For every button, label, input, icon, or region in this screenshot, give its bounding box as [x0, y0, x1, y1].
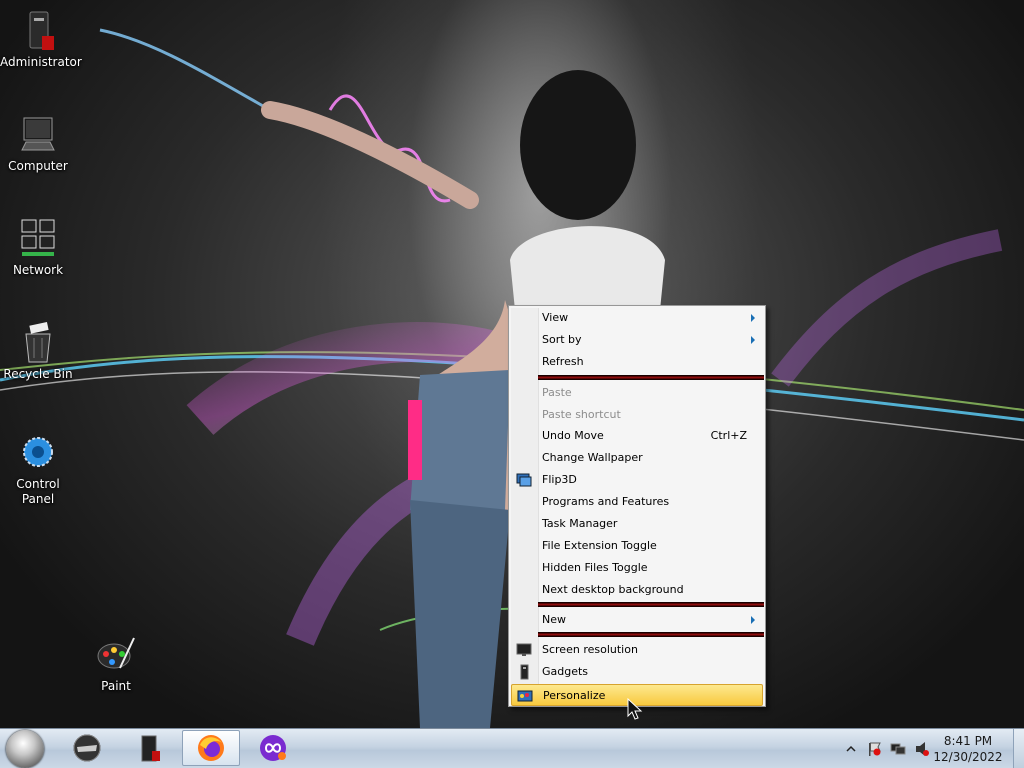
desktop-icon-label: Network: [12, 263, 64, 277]
computer-tower-icon: [141, 735, 160, 762]
taskbar-app-2[interactable]: [120, 730, 178, 766]
recycle-bin-icon: [25, 322, 51, 363]
infinity-icon: [260, 735, 286, 761]
computer-icon: [21, 117, 55, 151]
submenu-arrow-icon: [751, 314, 755, 322]
menu-item-label: Refresh: [542, 355, 584, 368]
menu-item-new[interactable]: New: [511, 609, 763, 631]
menu-item-label: File Extension Toggle: [542, 539, 657, 552]
menu-item-file-extension-toggle[interactable]: File Extension Toggle: [511, 535, 763, 557]
desktop-icon-label: Computer: [8, 159, 68, 173]
menu-item-label: View: [542, 311, 569, 324]
menu-item-view[interactable]: View: [511, 307, 763, 329]
monitor-icon: [516, 643, 532, 656]
menu-item-label: New: [542, 613, 566, 626]
menu-item-task-manager[interactable]: Task Manager: [511, 513, 763, 535]
clock-date: 12/30/2022: [933, 750, 1003, 764]
taskbar-app-1[interactable]: [58, 730, 116, 766]
desktop[interactable]: Administrator Computer Network Recycle B…: [0, 0, 1024, 728]
menu-item-label: Screen resolution: [542, 643, 638, 656]
helmet-icon: [73, 734, 101, 762]
desktop-icon-paint[interactable]: Paint: [78, 632, 154, 694]
menu-item-programs-and-features[interactable]: Programs and Features: [511, 491, 763, 513]
menu-item-next-desktop-background[interactable]: Next desktop background: [511, 579, 763, 601]
menu-item-gadgets[interactable]: Gadgets: [511, 661, 763, 683]
taskbar: 8:41 PM 12/30/2022: [0, 728, 1024, 768]
menu-item-label: Paste shortcut: [542, 408, 621, 421]
show-desktop-button[interactable]: [1013, 729, 1024, 768]
submenu-arrow-icon: [751, 336, 755, 344]
network-icon[interactable]: [890, 741, 906, 757]
submenu-arrow-icon: [751, 616, 755, 624]
menu-item-hidden-files-toggle[interactable]: Hidden Files Toggle: [511, 557, 763, 579]
menu-item-label: Sort by: [542, 333, 582, 346]
menu-item-label: Paste: [542, 386, 572, 399]
menu-item-label: Programs and Features: [542, 495, 670, 508]
menu-item-undo-move[interactable]: Undo Move Ctrl+Z: [511, 425, 763, 447]
desktop-icon-administrator[interactable]: Administrator: [0, 8, 82, 70]
user-folder-icon: [29, 11, 54, 50]
desktop-icon-label: Recycle Bin: [3, 367, 73, 381]
show-hidden-icons-chevron[interactable]: [846, 741, 856, 757]
desktop-context-menu: View Sort by Refresh Paste Paste shortcu…: [508, 305, 766, 707]
menu-item-change-wallpaper[interactable]: Change Wallpaper: [511, 447, 763, 469]
network-icon: [21, 219, 55, 256]
clock-time: 8:41 PM: [943, 734, 993, 748]
taskbar-clock[interactable]: 8:41 PM 12/30/2022: [928, 733, 1008, 765]
menu-item-label: Flip3D: [542, 473, 577, 486]
menu-separator: [538, 375, 764, 380]
menu-separator: [538, 602, 764, 607]
desktop-icon-recycle-bin[interactable]: Recycle Bin: [0, 320, 76, 382]
personalize-icon: [517, 690, 533, 702]
menu-item-flip3d[interactable]: Flip3D: [511, 469, 763, 491]
menu-item-label: Gadgets: [542, 665, 589, 678]
desktop-icon-label: Control Panel: [16, 477, 60, 506]
desktop-icon-computer[interactable]: Computer: [0, 112, 76, 174]
menu-item-label: Hidden Files Toggle: [542, 561, 648, 574]
menu-item-label: Change Wallpaper: [542, 451, 643, 464]
control-panel-icon: [23, 437, 53, 467]
gadgets-icon: [520, 664, 529, 680]
menu-item-paste-shortcut[interactable]: Paste shortcut: [511, 404, 763, 426]
desktop-icon-label: Administrator: [0, 55, 82, 69]
desktop-icon-label: Paint: [101, 679, 131, 693]
menu-item-label: Undo Move: [542, 429, 604, 442]
menu-item-paste[interactable]: Paste: [511, 382, 763, 404]
menu-item-refresh[interactable]: Refresh: [511, 351, 763, 373]
menu-item-label: Personalize: [543, 689, 606, 702]
paint-icon: [97, 637, 135, 669]
desktop-icon-network[interactable]: Network: [0, 216, 76, 278]
menu-item-shortcut: Ctrl+Z: [710, 429, 747, 442]
taskbar-app-4[interactable]: [244, 730, 302, 766]
menu-item-label: Next desktop background: [542, 583, 684, 596]
flip3d-icon: [516, 473, 532, 487]
menu-item-label: Task Manager: [542, 517, 618, 530]
desktop-icon-control-panel[interactable]: Control Panel: [0, 430, 76, 507]
menu-separator: [538, 632, 764, 637]
taskbar-firefox[interactable]: [182, 730, 240, 766]
menu-item-screen-resolution[interactable]: Screen resolution: [511, 639, 763, 661]
menu-item-sort-by[interactable]: Sort by: [511, 329, 763, 351]
start-button[interactable]: [6, 730, 44, 768]
mouse-cursor-icon: [627, 698, 643, 720]
action-center-flag-icon[interactable]: [866, 741, 882, 757]
firefox-icon: [198, 735, 224, 761]
